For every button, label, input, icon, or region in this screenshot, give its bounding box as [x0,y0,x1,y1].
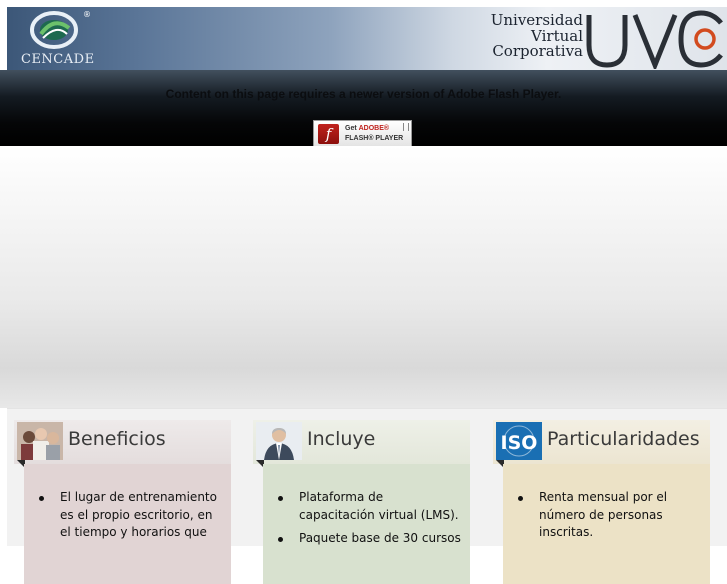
list-item-text: Renta mensual por el número de personas … [539,490,668,539]
registered-mark: ® [83,10,91,19]
flash-player-icon: f [318,124,339,144]
bullet-icon [278,537,283,542]
header-banner: ® CENCADE Universidad Virtual Corporativ… [7,7,727,70]
list-item-text: Plataforma de capacitación virtual (LMS)… [299,490,459,522]
card-header: Beneficios [14,420,231,468]
card-incluye: Incluye Plataforma de capacitación virtu… [253,420,470,584]
flash-button-get-text: Get [345,125,359,132]
flash-button-get-label: Get ADOBE® [345,125,389,132]
bullet-icon [39,496,44,501]
list-item: El lugar de entrenamiento es el propio e… [39,464,231,542]
iso-badge-text: ISO [501,432,538,454]
get-flash-player-button[interactable]: f Get ADOBE® FLASH® PLAYER [313,120,412,147]
uvc-name-line: Corporativa [492,42,583,60]
list-item: Renta mensual por el número de personas … [518,464,710,542]
uvc-logo-icon [586,10,723,69]
card-body: Renta mensual por el número de personas … [503,464,710,584]
card-body: Plataforma de capacitación virtual (LMS)… [263,464,470,584]
flash-button-product-label: FLASH® PLAYER [345,135,404,142]
businessman-photo-icon [256,422,302,460]
card-particularidades: ISO Particularidades Renta mensual por e… [493,420,710,584]
card-list: Plataforma de capacitación virtual (LMS)… [263,464,470,548]
card-header: ISO Particularidades [493,420,710,468]
flash-button-adobe-text: ADOBE® [358,125,390,132]
card-title: Beneficios [68,428,166,450]
flash-content-placeholder [0,146,727,408]
card-body: El lugar de entrenamiento es el propio e… [24,464,231,584]
card-list: El lugar de entrenamiento es el propio e… [24,464,231,542]
list-item: Plataforma de capacitación virtual (LMS)… [278,464,470,524]
flash-required-message: Content on this page requires a newer ve… [165,87,562,101]
download-icon [403,123,409,131]
info-cards-section: Beneficios El lugar de entrenamiento es … [7,408,727,584]
bullet-icon [518,496,523,501]
card-title: Particularidades [547,428,700,450]
bullet-icon [278,496,283,501]
list-item-text: Paquete base de 30 cursos [299,531,461,545]
list-item: Paquete base de 30 cursos [278,524,470,548]
iso-badge-icon: ISO [496,422,542,460]
cencade-logo-text: CENCADE [21,52,95,67]
card-title: Incluye [307,428,376,450]
card-list: Renta mensual por el número de personas … [503,464,710,542]
card-header: Incluye [253,420,470,468]
uvc-name: Universidad Virtual Corporativa [487,12,583,60]
card-beneficios: Beneficios El lugar de entrenamiento es … [14,420,231,584]
cencade-emblem-icon [30,11,78,49]
list-item-text: El lugar de entrenamiento es el propio e… [60,490,217,539]
people-photo-icon [17,422,63,460]
